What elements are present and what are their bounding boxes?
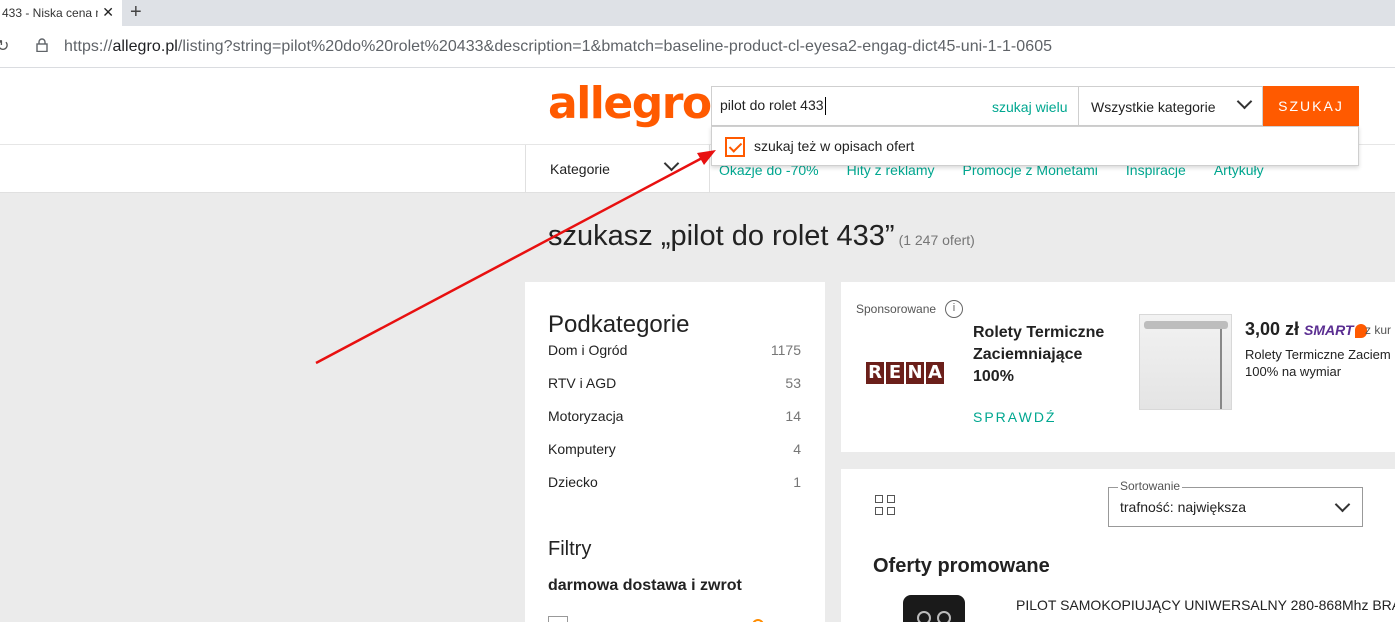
subcategory-label: Komputery xyxy=(548,441,616,457)
subcategory-count: 1175 xyxy=(770,342,801,358)
sort-select[interactable]: Sortowanie trafność: największa xyxy=(1108,479,1363,527)
info-icon[interactable]: i xyxy=(945,300,963,318)
search-descriptions-checkbox[interactable] xyxy=(725,137,745,157)
smart-badge: SMART xyxy=(1304,322,1367,339)
rena-logo: R E N A xyxy=(866,362,944,384)
search-value: pilot do rolet 433 xyxy=(720,97,824,113)
category-select-value: Wszystkie kategorie xyxy=(1091,99,1216,115)
subcategory-count: 14 xyxy=(785,408,801,424)
logo-letter: R xyxy=(866,362,884,384)
close-icon[interactable]: ✕ xyxy=(102,4,114,21)
grid-view-icon[interactable] xyxy=(875,495,895,515)
url-text[interactable]: https://allegro.pl/listing?string=pilot%… xyxy=(64,38,1052,56)
url-host: allegro.pl xyxy=(112,38,178,55)
ad-title[interactable]: Rolety Termiczne Zaciemniające 100% xyxy=(973,322,1123,388)
ad-desc-line: Rolety Termiczne Zaciem xyxy=(1245,347,1391,362)
sidebar: Podkategorie Dom i Ogród 1175 RTV i AGD 53… xyxy=(525,282,825,622)
subcategory-list: Dom i Ogród 1175 RTV i AGD 53 Motoryzacja 1… xyxy=(548,342,801,507)
subcategory-count: 4 xyxy=(793,441,801,457)
browser-tab[interactable]: 433 - Niska cena na ✕ xyxy=(0,0,122,26)
ad-desc-line: 100% na wymiar xyxy=(1245,364,1342,379)
filter-group-title: darmowa dostawa i zwrot xyxy=(548,577,742,594)
subcategory-item[interactable]: Komputery 4 xyxy=(548,441,801,474)
text-caret xyxy=(824,97,826,116)
offers-panel: Sortowanie trafność: największa Oferty p… xyxy=(841,469,1395,622)
categories-dropdown[interactable]: Kategorie xyxy=(525,145,710,193)
search-box: pilot do rolet 433 szukaj wielu Wszystki… xyxy=(711,86,1263,126)
search-descriptions-label[interactable]: szukaj też w opisach ofert xyxy=(754,138,914,154)
filter-checkbox[interactable] xyxy=(548,616,568,622)
smart-extra-text: z kur xyxy=(1365,323,1392,337)
categories-label: Kategorie xyxy=(550,161,610,177)
subcategory-item[interactable]: Motoryzacja 14 xyxy=(548,408,801,441)
search-options-dropdown: szukaj też w opisach ofert xyxy=(711,126,1359,166)
subcategory-count: 1 xyxy=(793,474,801,490)
offer-title[interactable]: PILOT SAMOKOPIUJĄCY UNIWERSALNY 280-868M… xyxy=(1016,597,1395,613)
ad-check-button[interactable]: SPRAWDŹ xyxy=(973,409,1056,425)
subcategory-label: Dom i Ogród xyxy=(548,342,628,358)
category-select[interactable]: Wszystkie kategorie xyxy=(1078,87,1264,125)
subcategory-item[interactable]: RTV i AGD 53 xyxy=(548,375,801,408)
url-prefix: https:// xyxy=(64,38,113,55)
browser-tabstrip: 433 - Niska cena na ✕ + xyxy=(0,0,1395,26)
url-path: /listing?string=pilot%20do%20rolet%20433… xyxy=(177,38,1053,55)
ad-description: Rolety Termiczne Zaciem 100% na wymiar xyxy=(1245,346,1395,380)
tab-title: 433 - Niska cena na xyxy=(2,6,98,20)
logo-letter: N xyxy=(906,362,924,384)
page-title: szukasz „pilot do rolet 433” (1 247 ofert… xyxy=(548,220,975,253)
product-image[interactable] xyxy=(1139,314,1232,410)
search-input[interactable]: pilot do rolet 433 xyxy=(720,97,980,116)
logo-letter: E xyxy=(886,362,904,384)
offer-image[interactable] xyxy=(903,595,965,622)
address-bar[interactable]: ↻ https://allegro.pl/listing?string=pilo… xyxy=(0,26,1395,68)
result-count: (1 247 ofert) xyxy=(898,232,975,248)
subcategories-title: Podkategorie xyxy=(548,311,690,338)
smart-label: SMART xyxy=(1304,322,1354,338)
sponsored-ad[interactable]: Sponsorowane i R E N A Rolety Termiczne … xyxy=(841,282,1395,452)
subcategory-label: RTV i AGD xyxy=(548,375,617,391)
logo-letter: A xyxy=(926,362,944,384)
allegro-logo[interactable]: allegro xyxy=(548,78,712,129)
subcategory-item[interactable]: Dziecko 1 xyxy=(548,474,801,507)
sponsored-label: Sponsorowane xyxy=(856,302,937,316)
reload-icon[interactable]: ↻ xyxy=(0,36,9,56)
filters-title: Filtry xyxy=(548,538,592,560)
lock-icon xyxy=(36,38,48,52)
subcategory-label: Dziecko xyxy=(548,474,598,490)
promoted-offers-title: Oferty promowane xyxy=(873,555,1050,577)
chevron-down-icon xyxy=(663,155,680,172)
sort-label: Sortowanie xyxy=(1118,479,1183,493)
subcategory-item[interactable]: Dom i Ogród 1175 xyxy=(548,342,801,375)
search-button[interactable]: SZUKAJ xyxy=(1263,86,1359,126)
chevron-down-icon xyxy=(1236,93,1253,110)
chevron-down-icon xyxy=(1334,496,1351,513)
search-heading: szukasz „pilot do rolet 433” xyxy=(548,220,895,252)
new-tab-icon[interactable]: + xyxy=(130,1,142,24)
search-many-link[interactable]: szukaj wielu xyxy=(992,99,1067,115)
ad-price: 3,00 zł xyxy=(1245,319,1300,339)
sort-value: trafność: największa xyxy=(1120,499,1247,515)
subcategory-label: Motoryzacja xyxy=(548,408,624,424)
subcategory-count: 53 xyxy=(785,375,801,391)
